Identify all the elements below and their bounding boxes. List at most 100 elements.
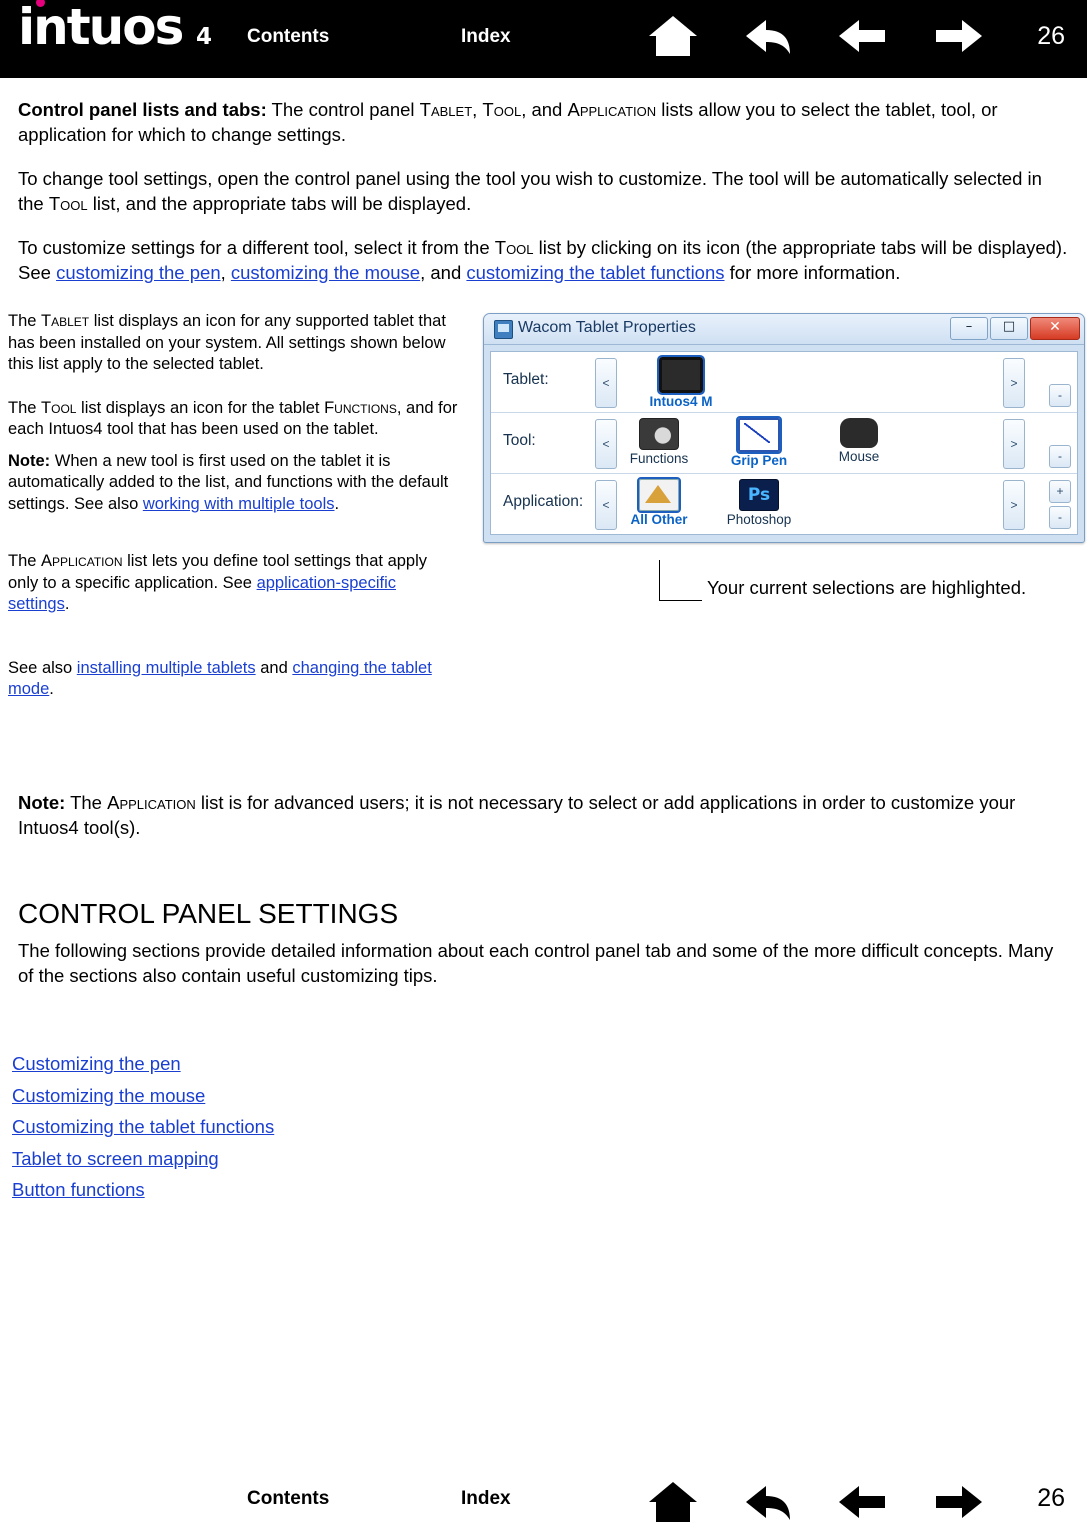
caption-leader-line [659, 560, 702, 601]
section-title-control-panel-settings: CONTROL PANEL SETTINGS [18, 898, 399, 929]
callout-2-sc-tool: Tool [41, 398, 77, 417]
note-sc-application: Application [107, 792, 196, 813]
footer-contents-link[interactable]: Contents [247, 1488, 329, 1510]
link-button-functions[interactable]: Button functions [12, 1174, 274, 1206]
application-remove-button[interactable]: - [1049, 506, 1071, 529]
minimize-icon: – [965, 319, 973, 334]
header-contents-link[interactable]: Contents [247, 26, 329, 48]
window-titlebar: Wacom Tablet Properties – □ ✕ [484, 314, 1084, 345]
paragraph-2-b: list, and the appropriate tabs will be d… [87, 193, 472, 214]
logo-sub: 4 [196, 24, 213, 50]
tool-scroll-right-button[interactable]: > [1003, 419, 1025, 469]
link-working-with-multiple-tools[interactable]: working with multiple tools [143, 495, 335, 513]
close-button[interactable]: ✕ [1030, 317, 1080, 340]
tool-row-label: Tool: [503, 432, 536, 449]
link-customizing-the-pen-list[interactable]: Customizing the pen [12, 1048, 274, 1080]
callout-5-b: and [255, 658, 293, 677]
home-icon[interactable] [645, 12, 701, 60]
callout-5-a: See also [8, 658, 77, 677]
grip-pen-icon [736, 416, 782, 454]
tool-item-mouse[interactable]: Mouse [809, 416, 909, 464]
link-installing-multiple-tablets[interactable]: installing multiple tablets [77, 659, 256, 677]
callout-note-new-tool: Note: When a new tool is first used on t… [8, 451, 458, 516]
header-nav-icons [645, 8, 1005, 68]
link-customizing-the-mouse-list[interactable]: Customizing the mouse [12, 1080, 274, 1112]
tablet-list-row: Tablet: < Intuos4 M > - [491, 352, 1077, 413]
window-title: Wacom Tablet Properties [518, 319, 696, 336]
callout-see-also: See also installing multiple tablets and… [8, 658, 458, 701]
paragraph-3-a: To customize settings for a different to… [18, 237, 495, 258]
application-item-all-other-label: All Other [630, 512, 688, 527]
window-controls: – □ ✕ [950, 317, 1080, 340]
link-customizing-the-mouse[interactable]: customizing the mouse [231, 262, 420, 283]
header-index-link[interactable]: Index [461, 26, 511, 48]
paragraph-change-tool-settings: To change tool settings, open the contro… [18, 166, 1069, 216]
application-item-all-other[interactable]: All Other [609, 477, 709, 527]
tablet-item-intuos4-m[interactable]: Intuos4 M [631, 355, 731, 409]
tablet-properties-icon [494, 320, 513, 339]
page-content: Control panel lists and tabs: The contro… [0, 97, 1087, 285]
wacom-tablet-properties-window: Wacom Tablet Properties – □ ✕ Tablet: < … [483, 313, 1085, 543]
maximize-button[interactable]: □ [990, 317, 1028, 340]
logo-text: intuos [18, 0, 184, 56]
callout-1-sc: Tablet [41, 312, 90, 330]
paragraph-1-sc-application: Application [567, 99, 657, 120]
link-tablet-to-screen-mapping[interactable]: Tablet to screen mapping [12, 1143, 274, 1175]
callout-3-b: . [334, 494, 340, 513]
tablet-scroll-right-button[interactable]: > [1003, 358, 1025, 408]
next-page-icon[interactable] [930, 1478, 986, 1526]
next-page-icon[interactable] [930, 12, 986, 60]
tool-item-grip-pen[interactable]: Grip Pen [709, 416, 809, 468]
application-scroll-right-button[interactable]: > [1003, 480, 1025, 530]
all-other-icon [637, 477, 681, 513]
callout-4-c: . [64, 595, 70, 613]
previous-page-icon[interactable] [835, 1478, 891, 1526]
tool-item-functions-label: Functions [629, 451, 689, 466]
tool-item-mouse-label: Mouse [838, 449, 880, 464]
callout-column: The Tablet list displays an icon for any… [8, 311, 458, 701]
tool-item-grip-pen-label: Grip Pen [730, 453, 788, 468]
note-a: The [65, 792, 108, 813]
tablet-item-label: Intuos4 M [649, 394, 713, 409]
paragraph-1-b: , [472, 99, 483, 120]
link-customizing-the-tablet-functions-list[interactable]: Customizing the tablet functions [12, 1111, 274, 1143]
link-customizing-the-pen[interactable]: customizing the pen [56, 262, 221, 283]
paragraph-1-a: The control panel [266, 99, 420, 120]
back-icon[interactable] [740, 1478, 796, 1526]
note-application-list: Note: The Application list is for advanc… [18, 790, 1073, 840]
back-icon[interactable] [740, 12, 796, 60]
tool-item-functions[interactable]: Functions [609, 416, 709, 466]
link-customizing-the-tablet-functions[interactable]: customizing the tablet functions [466, 262, 724, 283]
section-body-text: The following sections provide detailed … [18, 940, 1054, 986]
footer-index-link[interactable]: Index [461, 1488, 511, 1510]
paragraph-3-sc-tool: Tool [494, 237, 534, 258]
tablet-remove-button[interactable]: - [1049, 384, 1071, 407]
application-row-label: Application: [503, 493, 584, 510]
callout-tool-list: The Tool list displays an icon for the t… [8, 398, 458, 441]
tool-remove-button[interactable]: - [1049, 445, 1071, 468]
tablet-scroll-left-button[interactable]: < [595, 358, 617, 408]
window-body: Tablet: < Intuos4 M > - Tool: < Function… [490, 351, 1078, 535]
minimize-button[interactable]: – [950, 317, 988, 340]
paragraph-2-sc-tool: Tool [48, 193, 88, 214]
application-item-photoshop-label: Photoshop [726, 512, 792, 527]
callout-application-list: The Application list lets you define too… [8, 551, 458, 616]
footer-page-number: 26 [1037, 1484, 1065, 1512]
home-icon[interactable] [645, 1478, 701, 1526]
paragraph-1-sc-tablet: Tablet [419, 99, 473, 120]
application-add-button[interactable]: + [1049, 480, 1071, 503]
paragraph-1-lead: Control panel lists and tabs: [18, 99, 267, 120]
page-footer: Contents Index 26 [0, 1474, 1087, 1528]
functions-icon [639, 418, 679, 450]
callout-4-a: The [8, 552, 42, 570]
close-icon: ✕ [1049, 319, 1061, 335]
header-page-number: 26 [1037, 22, 1065, 50]
section-link-list: Customizing the pen Customizing the mous… [12, 1048, 274, 1206]
callout-1-a: The [8, 312, 42, 330]
application-item-photoshop[interactable]: Ps Photoshop [709, 477, 809, 527]
previous-page-icon[interactable] [835, 12, 891, 60]
paragraph-3-c: , [220, 262, 231, 283]
paragraph-1-sc-tool: Tool [482, 99, 522, 120]
callout-2-a: The [8, 398, 42, 417]
callout-4-sc: Application [41, 552, 123, 570]
